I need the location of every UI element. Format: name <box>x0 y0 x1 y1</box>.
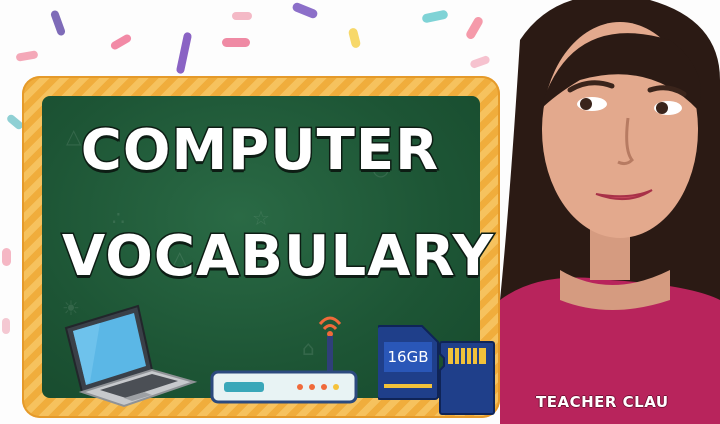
confetti-sprinkle <box>469 54 491 70</box>
confetti-sprinkle <box>464 15 485 41</box>
confetti-sprinkle <box>232 12 252 20</box>
micro-sd-card-icon <box>439 341 495 415</box>
confetti-sprinkle <box>175 31 193 75</box>
memory-card-label: 16GB <box>387 348 428 366</box>
confetti-sprinkle <box>291 1 319 20</box>
title-line-2: VOCABULARY <box>60 223 495 291</box>
channel-tag: TEACHER CLAU <box>536 393 669 411</box>
confetti-sprinkle <box>222 38 250 47</box>
sd-card-icon: 16GB <box>378 325 439 400</box>
confetti-sprinkle <box>109 33 133 51</box>
confetti-sprinkle <box>2 248 11 266</box>
confetti-sprinkle <box>15 50 39 62</box>
laptop-icon <box>64 304 198 408</box>
confetti-sprinkle <box>421 9 449 24</box>
presenter-photo <box>500 0 720 424</box>
router-icon <box>210 316 358 404</box>
video-thumbnail: △ ∴ ○ ☆ ∞ △ ⌂ ☀ COMPUTER VOCABULARY 16GB… <box>0 0 720 424</box>
confetti-sprinkle <box>2 318 10 334</box>
title-line-1: COMPUTER <box>79 117 440 185</box>
confetti-sprinkle <box>49 9 67 37</box>
confetti-sprinkle <box>347 27 362 49</box>
